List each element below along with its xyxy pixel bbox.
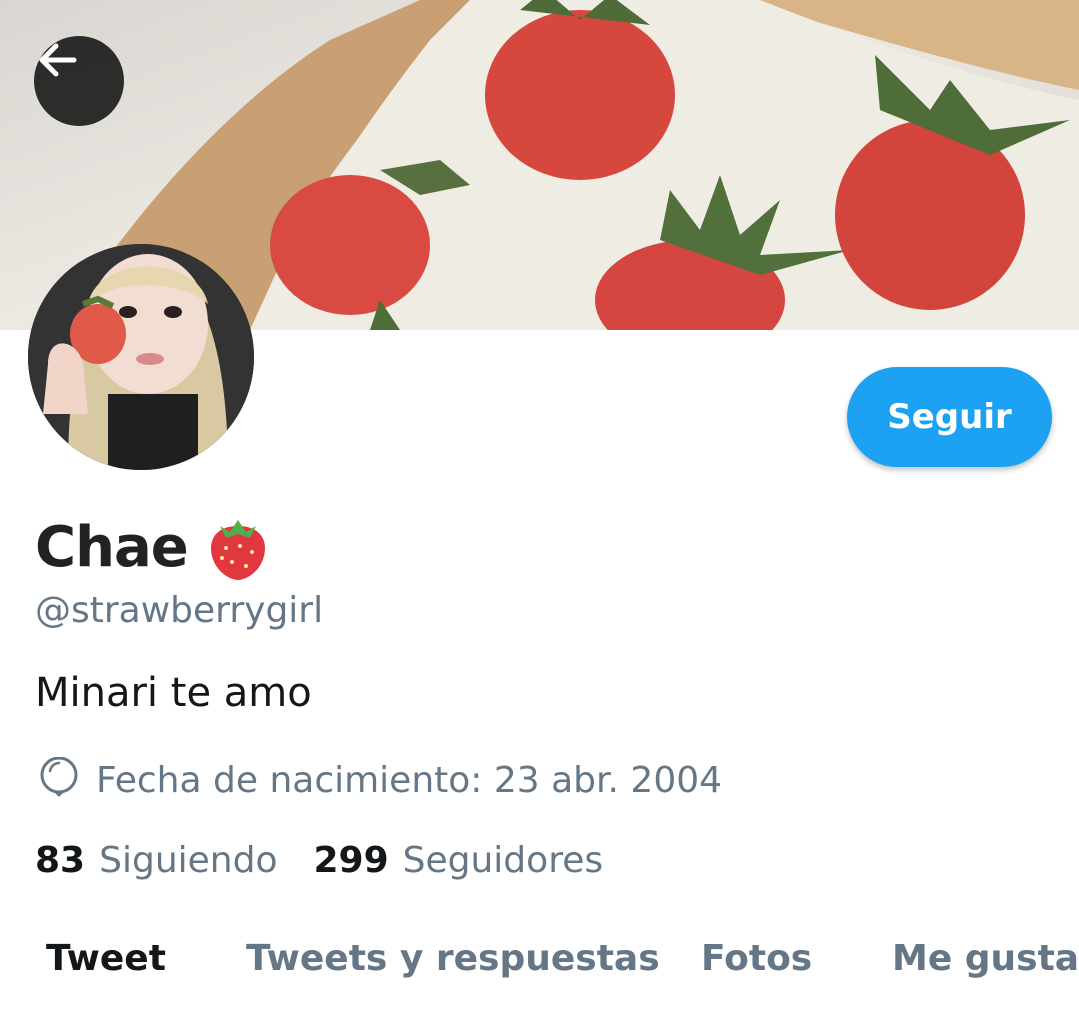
profile-avatar[interactable] [28,244,254,470]
avatar-image [28,244,254,470]
profile-stats: 83 Siguiendo 299 Seguidores [35,840,603,881]
tab-tweets-and-replies[interactable]: Tweets y respuestas [246,938,660,979]
arrow-left-icon [39,43,77,77]
followers-label[interactable]: Seguidores [403,840,603,881]
following-label[interactable]: Siguiendo [99,840,277,881]
follow-button[interactable]: Seguir [847,367,1052,467]
birth-date-text: Fecha de nacimiento: 23 abr. 2004 [96,759,723,801]
strawberry-icon [210,520,265,580]
profile-tabs: Tweet Tweets y respuestas Fotos Me gusta [0,930,1079,990]
back-button[interactable] [34,36,124,126]
profile-bio: Minari te amo [35,670,312,716]
birth-date-row: Fecha de nacimiento: 23 abr. 2004 [38,757,722,803]
tab-likes[interactable]: Me gusta [892,938,1079,979]
profile-handle: @strawberrygirl [35,590,324,631]
tab-photos[interactable]: Fotos [701,938,812,979]
profile-name: Chae [35,514,189,580]
tab-tweet[interactable]: Tweet [46,938,166,979]
followers-count[interactable]: 299 [313,840,388,881]
profile-name-row: Chae [35,512,270,582]
balloon-icon [40,757,78,797]
following-count[interactable]: 83 [35,840,85,881]
